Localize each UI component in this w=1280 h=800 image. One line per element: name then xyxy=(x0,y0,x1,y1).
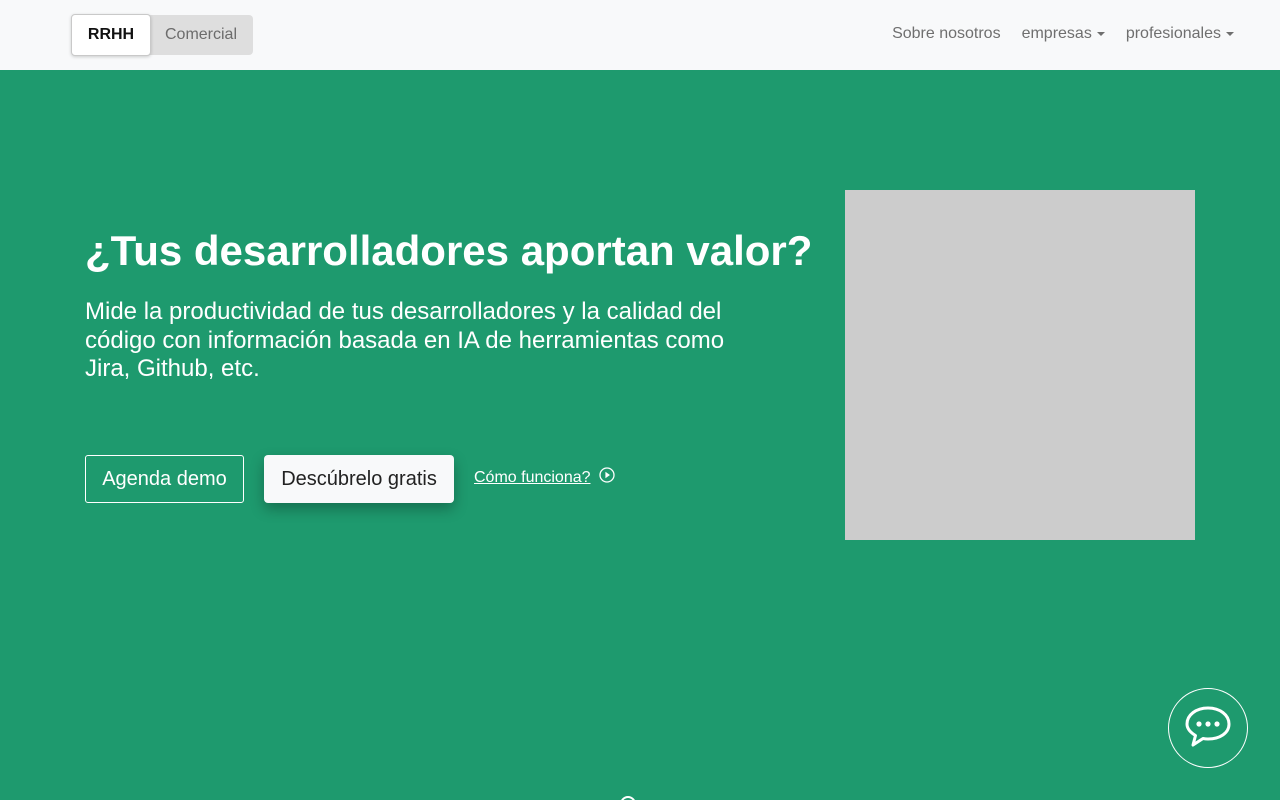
scroll-indicator[interactable] xyxy=(620,796,636,800)
caret-down-icon xyxy=(1226,32,1234,36)
como-funciona-label: Cómo funciona? xyxy=(474,468,591,486)
play-circle-icon xyxy=(598,467,615,488)
top-navbar: RRHH Comercial Sobre nosotros empresas p… xyxy=(0,0,1280,70)
hero-title: ¿Tus desarrolladores aportan valor? xyxy=(85,227,813,274)
nav-dropdown-profesionales[interactable]: profesionales xyxy=(1126,22,1234,46)
agenda-demo-button[interactable]: Agenda demo xyxy=(85,455,244,503)
como-funciona-link[interactable]: Cómo funciona? xyxy=(474,467,615,488)
nav-link-label: profesionales xyxy=(1125,25,1221,42)
hero-media-placeholder xyxy=(845,190,1195,540)
chat-widget-button[interactable] xyxy=(1168,688,1248,768)
hero-subtitle: Mide la productividad de tus desarrollad… xyxy=(85,298,725,382)
segment-rrhh-button[interactable]: RRHH xyxy=(71,14,151,56)
audience-toggle: RRHH Comercial xyxy=(71,14,253,56)
nav-link-label: empresas xyxy=(1021,25,1092,42)
descubrelo-gratis-button[interactable]: Descúbrelo gratis xyxy=(264,455,454,503)
chat-bubble-icon xyxy=(1184,704,1232,753)
nav-link-label: Sobre nosotros xyxy=(892,25,1001,42)
nav-link-sobre-nosotros[interactable]: Sobre nosotros xyxy=(892,22,1001,46)
main-nav: Sobre nosotros empresas profesionales xyxy=(892,22,1234,46)
segment-comercial-button[interactable]: Comercial xyxy=(149,15,253,55)
nav-dropdown-empresas[interactable]: empresas xyxy=(1022,22,1105,46)
caret-down-icon xyxy=(1096,32,1105,36)
